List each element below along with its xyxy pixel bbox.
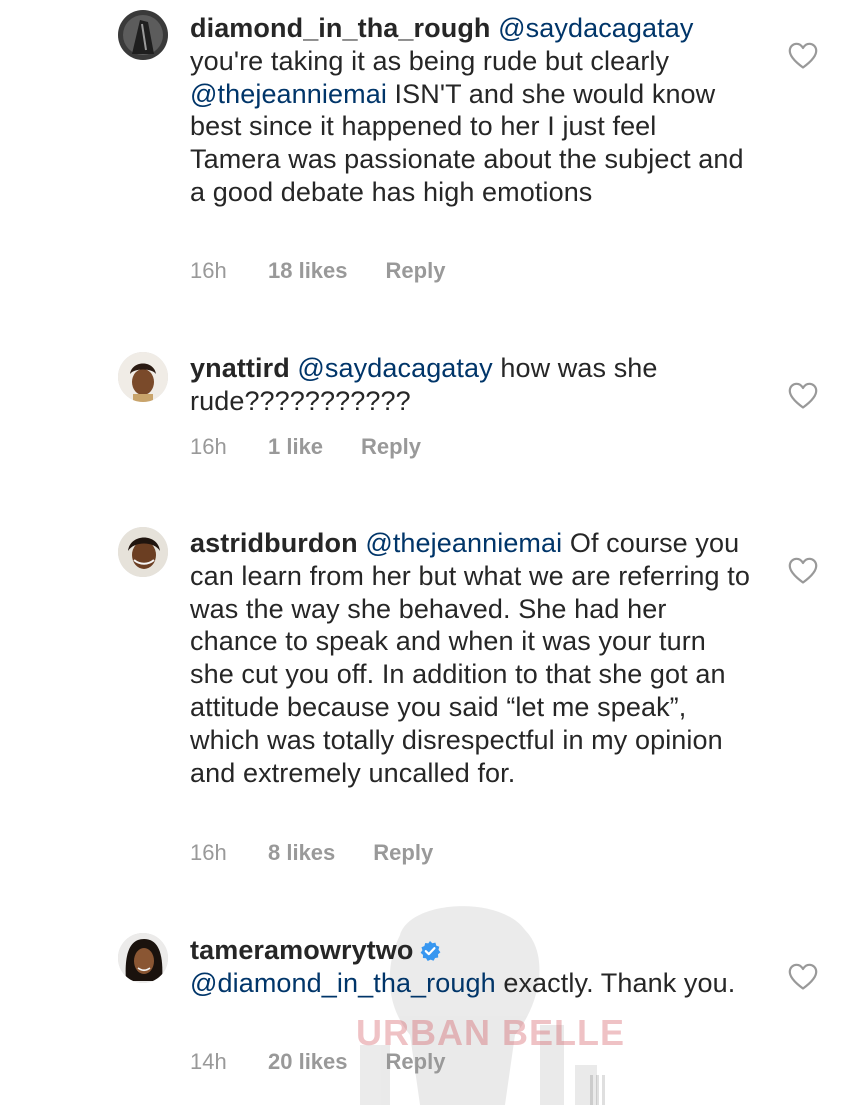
mention-link[interactable]: @saydacagatay xyxy=(498,13,693,43)
likes-count[interactable]: 1 like xyxy=(268,434,323,460)
heart-outline-icon[interactable] xyxy=(788,557,818,585)
comment-timestamp: 14h xyxy=(190,1049,227,1074)
avatar[interactable] xyxy=(118,352,168,402)
comment-meta: 16h 8 likes Reply xyxy=(190,840,433,866)
comment-body: you're taking it as being rude but clear… xyxy=(190,45,670,76)
avatar[interactable] xyxy=(118,10,168,60)
comment-body: Of course you can learn from her but wha… xyxy=(190,528,750,788)
comment-username[interactable]: tameramowrytwo xyxy=(190,935,413,965)
comment-username[interactable]: ynattird xyxy=(190,353,290,383)
comment-text: tameramowrytwo @diamond_in_tha_rough exa… xyxy=(190,934,750,1000)
comment-body: exactly. Thank you. xyxy=(495,967,736,998)
comment-text: diamond_in_tha_rough @saydacagatay you'r… xyxy=(190,12,750,209)
mention-link[interactable]: @saydacagatay xyxy=(297,353,492,383)
reply-button[interactable]: Reply xyxy=(361,434,421,460)
avatar[interactable] xyxy=(118,933,168,983)
comment-username[interactable]: astridburdon xyxy=(190,528,358,558)
avatar[interactable] xyxy=(118,527,168,577)
watermark-text: URBAN BELLE xyxy=(356,1012,625,1053)
comment-timestamp: 16h xyxy=(190,840,227,865)
heart-outline-icon[interactable] xyxy=(788,42,818,70)
likes-count[interactable]: 8 likes xyxy=(268,840,335,866)
reply-button[interactable]: Reply xyxy=(373,840,433,866)
mention-link[interactable]: @diamond_in_tha_rough xyxy=(190,968,496,998)
verified-badge-icon xyxy=(421,941,441,961)
comment-username[interactable]: diamond_in_tha_rough xyxy=(190,13,491,43)
comment-meta: 14h 20 likes Reply xyxy=(190,1049,445,1075)
comment-text: ynattird @saydacagatay how was she rude?… xyxy=(190,352,750,418)
mention-link[interactable]: @thejeanniemai xyxy=(365,528,562,558)
heart-outline-icon[interactable] xyxy=(788,382,818,410)
reply-button[interactable]: Reply xyxy=(386,1049,446,1075)
comment-text: astridburdon @thejeanniemai Of course yo… xyxy=(190,527,750,789)
heart-outline-icon[interactable] xyxy=(788,963,818,991)
comment-meta: 16h 1 like Reply xyxy=(190,434,421,460)
comment-timestamp: 16h xyxy=(190,434,227,459)
mention-link[interactable]: @thejeanniemai xyxy=(190,79,387,109)
reply-button[interactable]: Reply xyxy=(386,258,446,284)
comment-meta: 16h 18 likes Reply xyxy=(190,258,445,284)
comment-timestamp: 16h xyxy=(190,258,227,283)
likes-count[interactable]: 20 likes xyxy=(268,1049,348,1075)
likes-count[interactable]: 18 likes xyxy=(268,258,348,284)
